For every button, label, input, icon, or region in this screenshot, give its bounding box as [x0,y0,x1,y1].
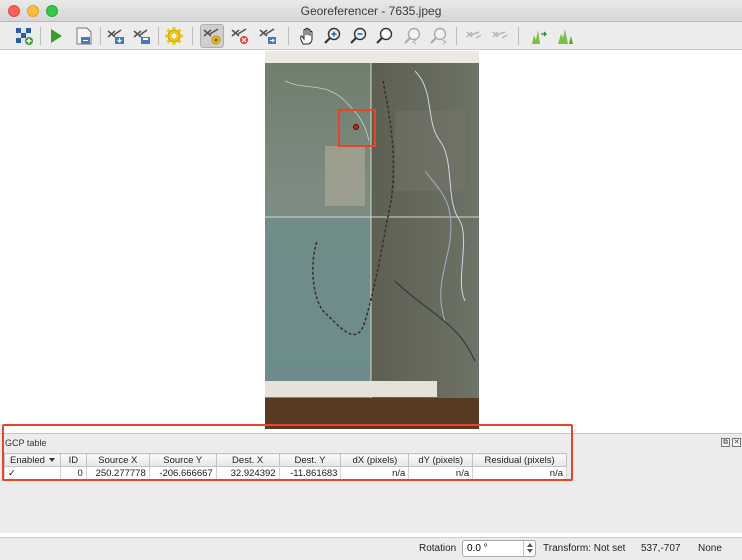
link-georeferencer-to-qgis-button[interactable] [462,24,486,48]
zoom-in-button[interactable] [321,24,345,48]
title-bar: Georeferencer - 7635.jpeg [0,0,742,22]
local-histogram-stretch-button[interactable] [553,24,577,48]
zoom-out-icon [350,27,367,44]
open-raster-icon [16,28,33,45]
start-georeferencing-button[interactable] [44,24,68,48]
toolbar-separator [100,27,101,45]
zoom-last-icon [404,27,421,45]
gcp-table-dock: GCP table ⧉ ✕ Enabled ID Source X Source… [0,433,742,533]
load-gcp-icon [107,29,124,44]
generate-gdal-script-button[interactable] [72,24,96,48]
toolbar-separator [456,27,457,45]
rotation-label: Rotation [419,543,457,554]
pan-button[interactable] [295,24,319,48]
float-dock-button[interactable]: ⧉ [721,438,730,447]
zoom-in-icon [324,27,341,44]
cell-dest-y[interactable]: -11.861683 [278,466,342,480]
cell-dest-x[interactable]: 32.924392 [215,466,280,480]
cell-id[interactable]: 0 [59,466,87,480]
toolbar-separator [518,27,519,45]
column-header-dest-x[interactable]: Dest. X [215,453,280,467]
column-header-dx[interactable]: dX (pixels) [340,453,410,467]
chevron-down-icon[interactable] [526,549,533,553]
rotation-stepper[interactable] [523,541,535,556]
cell-source-x[interactable]: 250.277778 [85,466,150,480]
zoom-next-button[interactable] [427,24,451,48]
delete-point-button[interactable] [228,24,252,48]
column-header-dy[interactable]: dY (pixels) [408,453,474,467]
status-bar: Rotation Transform: Not set 537,-707 Non… [0,537,742,560]
full-histogram-stretch-button[interactable] [527,24,551,48]
cell-dy[interactable]: n/a [408,466,474,480]
raster-map-image [265,51,479,429]
toolbar-separator [158,27,159,45]
gcp-point-marker[interactable] [353,124,359,130]
georeferencer-window: Georeferencer - 7635.jpeg GCP table ⧉ ✕ … [0,0,742,560]
dock-title: GCP table [5,438,47,448]
column-header-residual[interactable]: Residual (pixels) [472,453,567,467]
toolbar-separator [288,27,289,45]
sort-descending-icon [48,457,55,462]
link-qgis-icon [492,31,508,39]
save-gcp-icon [133,29,150,44]
close-dock-button[interactable]: ✕ [732,438,741,447]
open-raster-button[interactable] [12,24,36,48]
table-row[interactable]: ✓ 0 250.277778 -206.666667 32.924392 -11… [4,466,567,480]
cell-source-y[interactable]: -206.666667 [148,466,217,480]
map-canvas[interactable] [0,51,742,429]
zoom-last-button[interactable] [401,24,425,48]
cell-dx[interactable]: n/a [340,466,410,480]
gdal-script-icon [76,27,92,45]
transformation-settings-button[interactable] [162,24,186,48]
cell-residual[interactable]: n/a [472,466,567,480]
pan-hand-icon [300,27,313,45]
column-header-source-y[interactable]: Source Y [148,453,217,467]
delete-point-icon [231,28,248,44]
column-header-source-x[interactable]: Source X [85,453,150,467]
move-point-icon [259,28,276,44]
histogram-full-icon [532,30,547,44]
gcp-table: Enabled ID Source X Source Y Dest. X Des… [4,453,567,480]
transform-status: Transform: Not set [543,543,626,554]
link-geo-icon [466,31,482,39]
coordinate-readout: 537,-707 [641,543,681,554]
zoom-next-icon [430,27,447,45]
column-header-enabled[interactable]: Enabled [4,453,61,467]
gcp-table-header: Enabled ID Source X Source Y Dest. X Des… [4,453,567,467]
toolbar-separator [192,27,193,45]
load-gcp-points-button[interactable] [104,24,128,48]
enabled-checkbox[interactable]: ✓ [4,466,61,480]
save-gcp-points-button[interactable] [130,24,154,48]
add-point-button[interactable] [200,24,224,48]
zoom-layer-icon [376,27,393,44]
column-header-dest-y[interactable]: Dest. Y [278,453,342,467]
crs-status[interactable]: None [698,543,722,554]
column-header-id[interactable]: ID [59,453,87,467]
chevron-up-icon[interactable] [526,543,533,547]
move-gcp-point-button[interactable] [256,24,280,48]
play-icon [51,29,62,43]
toolbar-separator [40,27,41,45]
zoom-to-layer-button[interactable] [373,24,397,48]
window-title: Georeferencer - 7635.jpeg [300,4,442,18]
georeferencer-toolbar [0,22,742,50]
gear-icon [165,27,183,45]
add-point-icon [203,28,221,45]
histogram-local-icon [558,29,573,44]
zoom-out-button[interactable] [347,24,371,48]
link-qgis-to-georeferencer-button[interactable] [488,24,512,48]
